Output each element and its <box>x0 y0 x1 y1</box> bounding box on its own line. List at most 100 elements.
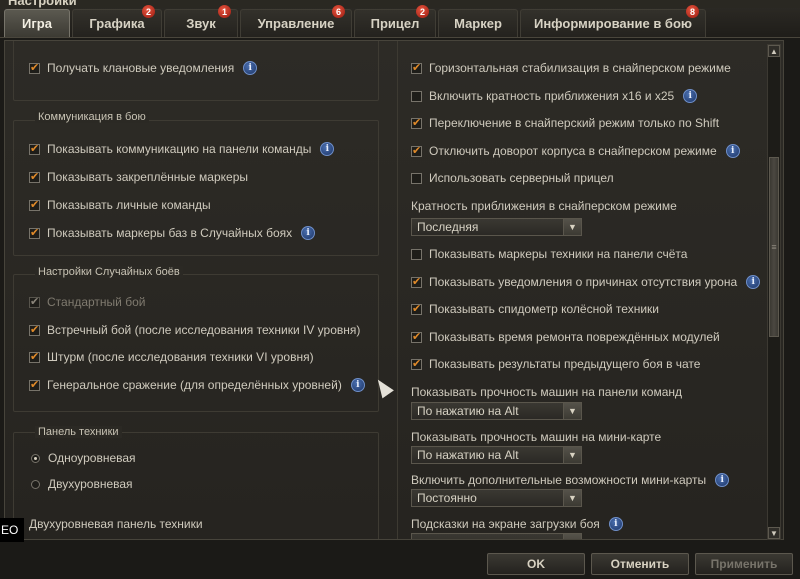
hp-minimap-select[interactable]: По нажатию на Alt ▼ <box>411 446 582 464</box>
checkbox[interactable] <box>411 61 422 74</box>
info-icon[interactable]: i <box>608 517 623 531</box>
checkbox[interactable] <box>29 142 40 155</box>
chevron-down-icon: ▼ <box>563 447 581 463</box>
tab-label: Маркер <box>454 16 502 31</box>
option-grand-battle[interactable]: Генеральное сражение (для определённых у… <box>29 376 365 394</box>
checkbox[interactable] <box>411 330 422 343</box>
info-icon[interactable]: i <box>715 473 730 487</box>
option-wheeled-speedometer[interactable]: Показывать спидометр колёсной техники <box>411 300 659 318</box>
option-disable-hull-turn[interactable]: Отключить доворот корпуса в снайперском … <box>411 142 740 160</box>
apply-button[interactable]: Применить <box>695 553 793 575</box>
option-team-communication[interactable]: Показывать коммуникацию на панели команд… <box>29 140 335 158</box>
info-icon[interactable]: i <box>350 378 365 392</box>
checkbox[interactable] <box>29 378 40 391</box>
hp-team-select[interactable]: По нажатию на Alt ▼ <box>411 402 582 420</box>
radio-two-level[interactable]: Двухуровневая <box>31 475 133 493</box>
radio-button[interactable] <box>31 479 40 489</box>
option-label: Показывать закреплённые маркеры <box>47 170 248 184</box>
option-horizontal-stabilization[interactable]: Горизонтальная стабилизация в снайперско… <box>411 59 731 77</box>
checkbox[interactable] <box>411 90 422 102</box>
option-label: Показывать спидометр колёсной техники <box>429 302 659 316</box>
info-icon[interactable]: i <box>320 142 335 156</box>
info-icon[interactable]: i <box>243 61 258 75</box>
checkbox[interactable] <box>411 116 422 129</box>
select-value: По нажатию на Alt <box>417 404 519 418</box>
checkbox[interactable] <box>29 226 40 239</box>
info-icon[interactable]: i <box>746 275 761 289</box>
checkbox[interactable] <box>411 357 422 370</box>
option-base-markers[interactable]: Показывать маркеры баз в Случайных боях … <box>29 224 316 242</box>
option-label: Показывать личные команды <box>47 198 211 212</box>
checkbox[interactable] <box>29 323 40 336</box>
tab-sound[interactable]: Звук 1 <box>164 5 238 37</box>
ok-button[interactable]: OK <box>487 553 585 575</box>
tab-battle-notifications[interactable]: Информирование в бою 8 <box>520 5 706 37</box>
hp-team-label: Показывать прочность машин на панели ком… <box>411 385 683 399</box>
tab-game[interactable]: Игра <box>4 9 70 37</box>
option-label: Отключить доворот корпуса в снайперском … <box>429 144 717 158</box>
scroll-up-button[interactable]: ▲ <box>768 45 780 57</box>
checkbox[interactable] <box>29 61 40 74</box>
clan-notifications-option[interactable]: Получать клановые уведомления i <box>29 59 258 77</box>
option-no-damage-reasons[interactable]: Показывать уведомления о причинах отсутс… <box>411 273 761 291</box>
option-previous-battle-results[interactable]: Показывать результаты предыдущего боя в … <box>411 355 700 373</box>
option-label: Показывать уведомления о причинах отсутс… <box>429 275 738 289</box>
zoom-select[interactable]: Последняя ▼ <box>411 218 582 236</box>
settings-panel: Получать клановые уведомления i Коммуник… <box>4 40 784 540</box>
option-encounter-battle[interactable]: Встречный бой (после исследования техник… <box>29 321 360 339</box>
option-label: Горизонтальная стабилизация в снайперско… <box>429 61 731 75</box>
checkbox[interactable] <box>411 144 422 157</box>
hp-minimap-label: Показывать прочность машин на мини-карте <box>411 430 662 444</box>
notification-badge: 2 <box>142 5 155 18</box>
scrollbar[interactable]: ▲ ≡ ▼ <box>767 44 781 540</box>
option-zoom-x16-x25[interactable]: Включить кратность приближения x16 и x25… <box>411 87 698 105</box>
option-server-reticle[interactable]: Использовать серверный прицел <box>411 169 614 187</box>
option-personal-commands[interactable]: Показывать личные команды <box>29 196 211 214</box>
tab-sight[interactable]: Прицел 2 <box>354 5 436 37</box>
radio-button[interactable] <box>31 453 40 463</box>
notification-badge: 8 <box>686 5 699 18</box>
checkbox <box>29 295 40 308</box>
checkbox[interactable] <box>29 350 40 363</box>
notification-badge: 6 <box>332 5 345 18</box>
tab-marker[interactable]: Маркер <box>438 9 518 37</box>
minimap-extra-select[interactable]: Постоянно ▼ <box>411 489 582 507</box>
loading-hints-label: Подсказки на экране загрузки боя <box>411 517 600 531</box>
checkbox[interactable] <box>29 198 40 211</box>
option-label: Показывать маркеры баз в Случайных боях <box>47 226 293 240</box>
tab-graphics[interactable]: Графика 2 <box>72 5 162 37</box>
tab-label: Звук <box>186 16 216 31</box>
option-label: Штурм (после исследования техники VI уро… <box>47 350 314 364</box>
notification-badge: 1 <box>218 5 231 18</box>
tab-label: Управление <box>257 16 335 31</box>
info-icon[interactable]: i <box>301 226 316 240</box>
checkbox[interactable] <box>411 302 422 315</box>
column-divider <box>397 41 398 539</box>
scroll-down-button[interactable]: ▼ <box>768 527 780 539</box>
checkbox[interactable] <box>29 170 40 183</box>
option-repair-time[interactable]: Показывать время ремонта повреждённых мо… <box>411 328 720 346</box>
group-title: Коммуникация в бою <box>35 111 149 123</box>
option-label: Показывать маркеры техники на панели счё… <box>429 247 688 261</box>
notification-badge: 2 <box>416 5 429 18</box>
tab-controls[interactable]: Управление 6 <box>240 5 352 37</box>
option-label: Генеральное сражение (для определённых у… <box>47 378 342 392</box>
scroll-thumb[interactable]: ≡ <box>769 157 779 337</box>
select-value: По нажатию на Alt <box>417 448 519 462</box>
option-label: Стандартный бой <box>47 295 146 309</box>
minimap-extra-label-row: Включить дополнительные возможности мини… <box>411 471 730 489</box>
checkbox[interactable] <box>411 248 422 260</box>
checkbox[interactable] <box>411 275 422 288</box>
cancel-button[interactable]: Отменить <box>591 553 689 575</box>
option-label: Одноуровневая <box>48 451 136 465</box>
radio-single-level[interactable]: Одноуровневая <box>31 449 136 467</box>
option-shift-sniper[interactable]: Переключение в снайперский режим только … <box>411 114 719 132</box>
info-icon[interactable]: i <box>683 89 698 103</box>
option-score-panel-markers[interactable]: Показывать маркеры техники на панели счё… <box>411 245 687 263</box>
checkbox[interactable] <box>411 172 422 184</box>
info-icon[interactable]: i <box>725 144 740 158</box>
option-assault[interactable]: Штурм (после исследования техники VI уро… <box>29 348 314 366</box>
option-pinned-markers[interactable]: Показывать закреплённые маркеры <box>29 168 248 186</box>
option-label: Двухуровневая <box>48 477 133 491</box>
loading-hints-select[interactable]: ▼ <box>411 533 582 539</box>
